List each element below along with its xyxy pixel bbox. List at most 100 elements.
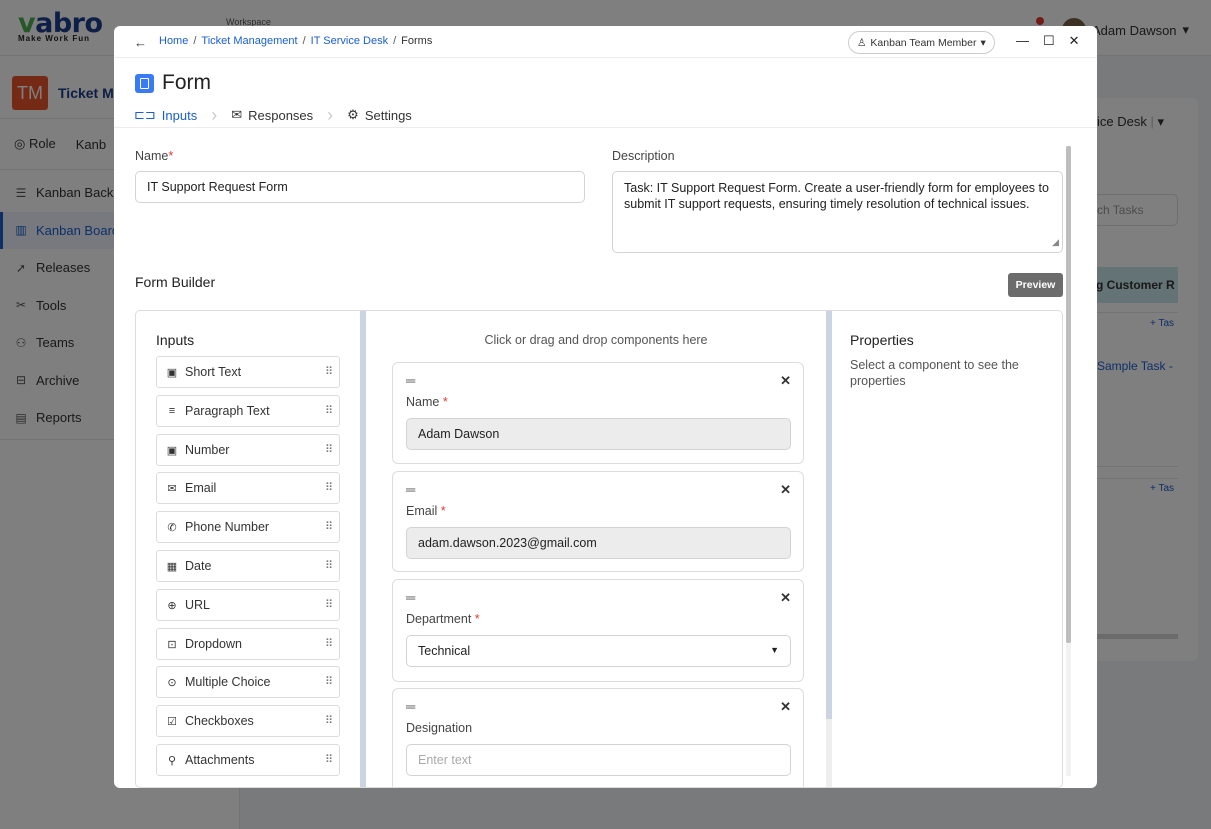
drag-handle-icon[interactable]: ⠿ (325, 481, 333, 494)
palette-item-attachments[interactable]: ⚲ Attachments ⠿ (156, 744, 340, 776)
drag-handle-icon[interactable]: ═ (406, 590, 415, 605)
drag-handle-icon[interactable]: ⠿ (325, 404, 333, 417)
drag-handle-icon[interactable]: ═ (406, 482, 415, 497)
field-card-department[interactable]: ═ ✕ Department * Technical ▼ (392, 579, 804, 682)
resize-handle-icon[interactable]: ◢ (1052, 234, 1059, 250)
tab-responses[interactable]: ✉ Responses (231, 107, 313, 123)
palette-item-date[interactable]: ▦ Date ⠿ (156, 550, 340, 582)
description-text: Task: IT Support Request Form. Create a … (624, 181, 1049, 211)
form-name-input[interactable]: IT Support Request Form (135, 171, 585, 203)
name-label: Name* (135, 149, 174, 163)
maximize-icon[interactable]: ☐ (1043, 33, 1055, 49)
email-icon: ✉ (167, 482, 177, 495)
inputs-icon: ⊏⊐ (134, 107, 156, 122)
palette-item-paragraph-text[interactable]: ≡ Paragraph Text ⠿ (156, 395, 340, 427)
number-icon: ▣ (166, 444, 178, 457)
role-selector[interactable]: ♙ Kanban Team Member ▾ (848, 31, 995, 54)
checkbox-icon: ☑ (167, 715, 177, 728)
tab-settings[interactable]: ⚙ Settings (347, 107, 412, 123)
modal-scrollbar-thumb[interactable] (1066, 146, 1071, 643)
form-modal: ← Home / Ticket Management / IT Service De… (114, 26, 1097, 788)
caret-down-icon: ▼ (770, 645, 779, 655)
drag-handle-icon[interactable]: ⠿ (325, 637, 333, 650)
field-label: Name * (406, 395, 448, 409)
chevron-down-icon: ▾ (980, 36, 986, 49)
field-value[interactable]: adam.dawson.2023@gmail.com (406, 527, 791, 559)
close-icon[interactable]: ✕ (780, 482, 791, 498)
field-value[interactable]: Adam Dawson (406, 418, 791, 450)
short-text-icon: ▣ (166, 366, 178, 379)
palette-item-email[interactable]: ✉ Email ⠿ (156, 472, 340, 504)
drag-handle-icon[interactable]: ⠿ (325, 675, 333, 688)
paperclip-icon: ⚲ (167, 754, 177, 767)
globe-icon: ⊕ (167, 599, 177, 612)
page-title-text: Form (162, 71, 211, 94)
tab-inputs[interactable]: ⊏⊐ Inputs (134, 107, 197, 123)
drag-handle-icon[interactable]: ⠿ (325, 559, 333, 572)
canvas-hint: Click or drag and drop components here (484, 333, 708, 347)
close-icon[interactable]: ✕ (780, 590, 791, 606)
calendar-icon: ▦ (166, 560, 178, 573)
field-label: Designation (406, 721, 473, 735)
field-card-designation[interactable]: ═ ✕ Designation Enter text (392, 688, 804, 787)
field-label: Department * (406, 612, 480, 626)
drag-handle-icon[interactable]: ⠿ (325, 598, 333, 611)
field-label: Email * (406, 504, 446, 518)
close-icon[interactable]: ✕ (1069, 33, 1080, 49)
drag-handle-icon[interactable]: ⠿ (325, 365, 333, 378)
modal-tabs: ⊏⊐ Inputs › ✉ Responses › ⚙ Settings (134, 104, 412, 125)
page-title: Form (135, 71, 211, 95)
drag-handle-icon[interactable]: ⠿ (325, 753, 333, 766)
description-label: Description (612, 149, 675, 163)
drag-handle-icon[interactable]: ⠿ (325, 443, 333, 456)
gear-icon: ⚙ (347, 107, 359, 122)
dropdown-icon: ⊡ (167, 638, 177, 651)
palette-item-phone-number[interactable]: ✆ Phone Number ⠿ (156, 511, 340, 543)
chevron-right-icon: › (327, 104, 334, 125)
breadcrumb-forms: Forms (401, 35, 433, 47)
drag-handle-icon[interactable]: ═ (406, 699, 415, 714)
palette-item-url[interactable]: ⊕ URL ⠿ (156, 589, 340, 621)
back-arrow-icon[interactable]: ← (134, 35, 147, 50)
paragraph-icon: ≡ (168, 405, 176, 417)
preview-button[interactable]: Preview (1008, 273, 1063, 297)
properties-hint: Select a component to see the properties (850, 358, 1019, 388)
palette-item-checkboxes[interactable]: ☑ Checkboxes ⠿ (156, 705, 340, 737)
form-builder: Inputs ▣ Short Text ⠿ ≡ Paragraph Text ⠿ ▣ Nu… (135, 310, 1063, 788)
drag-handle-icon[interactable]: ⠿ (325, 714, 333, 727)
breadcrumb-it-service-desk[interactable]: IT Service Desk (311, 35, 388, 47)
drag-handle-icon[interactable]: ═ (406, 373, 415, 388)
form-canvas[interactable]: Click or drag and drop components here ═… (360, 311, 832, 787)
phone-icon: ✆ (167, 521, 177, 534)
canvas-scrollbar[interactable] (826, 719, 832, 787)
radio-icon: ⊙ (167, 676, 177, 689)
breadcrumb-home[interactable]: Home (159, 35, 188, 47)
role-label: Kanban Team Member (870, 36, 977, 49)
tabs-divider (114, 127, 1097, 128)
chevron-right-icon: › (211, 104, 218, 125)
breadcrumb: Home / Ticket Management / IT Service Desk… (159, 35, 433, 47)
close-icon[interactable]: ✕ (780, 699, 791, 715)
field-card-name[interactable]: ═ ✕ Name * Adam Dawson (392, 362, 804, 464)
department-select[interactable]: Technical ▼ (406, 635, 791, 667)
window-controls: — ☐ ✕ (1016, 33, 1080, 49)
palette-item-short-text[interactable]: ▣ Short Text ⠿ (156, 356, 340, 388)
minimize-icon[interactable]: — (1016, 33, 1029, 49)
field-card-email[interactable]: ═ ✕ Email * adam.dawson.2023@gmail.com (392, 471, 804, 572)
close-icon[interactable]: ✕ (780, 373, 791, 389)
properties-title: Properties (850, 332, 914, 348)
inputs-palette: Inputs ▣ Short Text ⠿ ≡ Paragraph Text ⠿ ▣ Nu… (136, 311, 362, 787)
modal-topbar: ← Home / Ticket Management / IT Service De… (114, 26, 1097, 58)
properties-panel: Properties Select a component to see the… (850, 311, 1062, 787)
drag-handle-icon[interactable]: ⠿ (325, 520, 333, 533)
palette-item-number[interactable]: ▣ Number ⠿ (156, 434, 340, 466)
designation-input[interactable]: Enter text (406, 744, 791, 776)
envelope-icon: ✉ (231, 107, 243, 122)
breadcrumb-ticket-management[interactable]: Ticket Management (201, 35, 297, 47)
form-builder-title: Form Builder (135, 274, 216, 290)
user-icon: ♙ (857, 36, 867, 49)
inputs-palette-title: Inputs (156, 332, 195, 348)
form-description-textarea[interactable]: Task: IT Support Request Form. Create a … (612, 171, 1063, 253)
palette-item-multiple-choice[interactable]: ⊙ Multiple Choice ⠿ (156, 666, 340, 698)
palette-item-dropdown[interactable]: ⊡ Dropdown ⠿ (156, 628, 340, 660)
